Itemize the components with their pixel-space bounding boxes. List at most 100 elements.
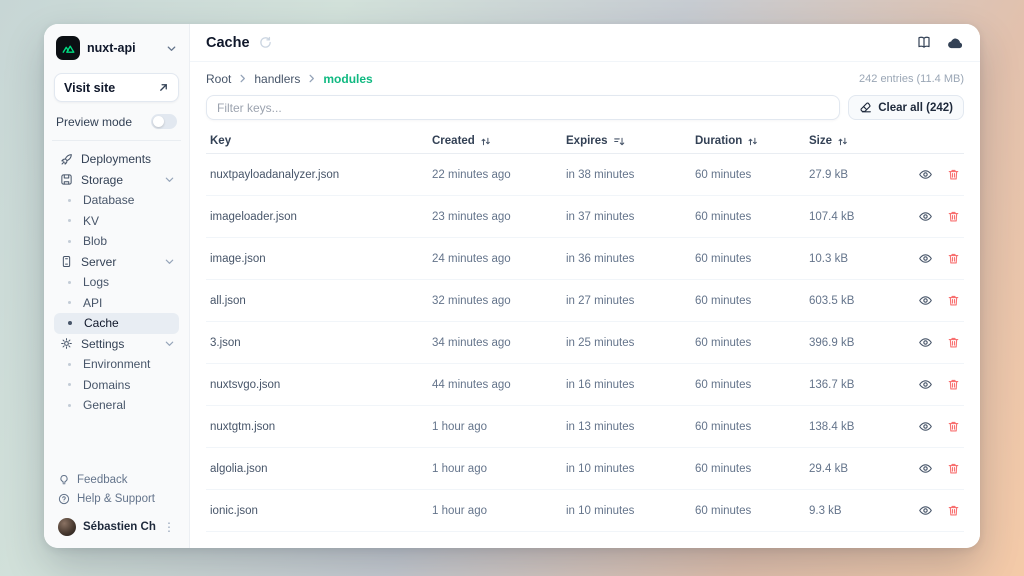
view-entry-button[interactable] bbox=[918, 462, 933, 475]
refresh-icon[interactable] bbox=[259, 36, 272, 49]
delete-entry-button[interactable] bbox=[947, 294, 960, 307]
view-entry-button[interactable] bbox=[918, 294, 933, 307]
sidebar-item-server[interactable]: Server bbox=[54, 252, 179, 273]
expires-value: in 37 minutes bbox=[566, 211, 691, 223]
cache-key: ionic.json bbox=[210, 505, 428, 517]
sidebar-item-api[interactable]: API bbox=[54, 293, 179, 314]
sidebar-item-cache[interactable]: Cache bbox=[54, 313, 179, 334]
column-header-created[interactable]: Created bbox=[432, 135, 562, 147]
desktop-background: nuxt-api Visit site Preview mode Deploym… bbox=[0, 0, 1024, 576]
created-value: 34 minutes ago bbox=[432, 337, 562, 349]
feedback-label: Feedback bbox=[77, 474, 128, 486]
cloud-icon[interactable] bbox=[947, 36, 964, 50]
view-entry-button[interactable] bbox=[918, 420, 933, 433]
sidebar-item-environment[interactable]: Environment bbox=[54, 354, 179, 375]
delete-entry-button[interactable] bbox=[947, 336, 960, 349]
delete-entry-button[interactable] bbox=[947, 420, 960, 433]
entries-summary: 242 entries (11.4 MB) bbox=[859, 73, 964, 85]
breadcrumb-modules[interactable]: modules bbox=[323, 72, 372, 86]
docs-book-icon[interactable] bbox=[916, 35, 932, 50]
duration-value: 60 minutes bbox=[695, 421, 805, 433]
expires-value: in 10 minutes bbox=[566, 463, 691, 475]
view-entry-button[interactable] bbox=[918, 504, 933, 517]
duration-value: 60 minutes bbox=[695, 253, 805, 265]
delete-entry-button[interactable] bbox=[947, 378, 960, 391]
preview-mode-toggle[interactable] bbox=[151, 114, 177, 129]
breadcrumb-root[interactable]: Root bbox=[206, 72, 231, 86]
sidebar-item-database[interactable]: Database bbox=[54, 190, 179, 211]
project-selector[interactable]: nuxt-api bbox=[54, 36, 179, 60]
delete-entry-button[interactable] bbox=[947, 462, 960, 475]
view-entry-button[interactable] bbox=[918, 210, 933, 223]
created-value: 1 hour ago bbox=[432, 421, 562, 433]
sidebar-item-deployments[interactable]: Deployments bbox=[54, 149, 179, 170]
created-value: 24 minutes ago bbox=[432, 253, 562, 265]
bullet-icon bbox=[68, 281, 71, 284]
help-support-label: Help & Support bbox=[77, 493, 155, 505]
clear-all-button[interactable]: Clear all (242) bbox=[848, 95, 964, 120]
eye-icon bbox=[918, 336, 933, 349]
bullet-icon bbox=[68, 404, 71, 407]
sidebar-item-storage[interactable]: Storage bbox=[54, 170, 179, 191]
visit-site-button[interactable]: Visit site bbox=[54, 73, 179, 102]
help-circle-icon bbox=[58, 493, 70, 505]
app-window: nuxt-api Visit site Preview mode Deploym… bbox=[44, 24, 980, 548]
kebab-menu-icon[interactable]: ⋮ bbox=[163, 521, 175, 533]
eraser-icon bbox=[859, 101, 872, 114]
sidebar-item-blob[interactable]: Blob bbox=[54, 231, 179, 252]
sidebar-item-domains[interactable]: Domains bbox=[54, 375, 179, 396]
expires-value: in 16 minutes bbox=[566, 379, 691, 391]
size-value: 138.4 kB bbox=[809, 421, 894, 433]
column-header-size[interactable]: Size bbox=[809, 135, 894, 147]
view-entry-button[interactable] bbox=[918, 336, 933, 349]
sidebar-item-logs[interactable]: Logs bbox=[54, 272, 179, 293]
bullet-icon bbox=[68, 240, 71, 243]
table-row: all.json 32 minutes ago in 27 minutes 60… bbox=[206, 280, 964, 322]
duration-value: 60 minutes bbox=[695, 463, 805, 475]
eye-icon bbox=[918, 294, 933, 307]
delete-entry-button[interactable] bbox=[947, 252, 960, 265]
main-content: Cache bbox=[190, 24, 980, 548]
column-header-expires[interactable]: Expires bbox=[566, 135, 691, 147]
cache-key: 3.json bbox=[210, 337, 428, 349]
column-header-duration[interactable]: Duration bbox=[695, 135, 805, 147]
breadcrumb-handlers[interactable]: handlers bbox=[254, 72, 300, 86]
cache-key: imageloader.json bbox=[210, 211, 428, 223]
sidebar-item-general[interactable]: General bbox=[54, 395, 179, 416]
trash-icon bbox=[947, 252, 960, 265]
sidebar-item-kv[interactable]: KV bbox=[54, 211, 179, 232]
clear-all-label: Clear all (242) bbox=[878, 102, 953, 114]
view-entry-button[interactable] bbox=[918, 252, 933, 265]
server-icon bbox=[60, 255, 74, 268]
table-row: 3.json 34 minutes ago in 25 minutes 60 m… bbox=[206, 322, 964, 364]
bullet-icon bbox=[68, 363, 71, 366]
view-entry-button[interactable] bbox=[918, 378, 933, 391]
sidebar-item-feedback[interactable]: Feedback bbox=[54, 470, 179, 489]
created-value: 32 minutes ago bbox=[432, 295, 562, 307]
sidebar-item-settings[interactable]: Settings bbox=[54, 334, 179, 355]
bullet-icon bbox=[68, 321, 72, 325]
delete-entry-button[interactable] bbox=[947, 504, 960, 517]
table-row: algolia.json 1 hour ago in 10 minutes 60… bbox=[206, 448, 964, 490]
duration-value: 60 minutes bbox=[695, 169, 805, 181]
delete-entry-button[interactable] bbox=[947, 210, 960, 223]
expires-value: in 10 minutes bbox=[566, 505, 691, 517]
duration-value: 60 minutes bbox=[695, 337, 805, 349]
delete-entry-button[interactable] bbox=[947, 168, 960, 181]
view-entry-button[interactable] bbox=[918, 168, 933, 181]
user-menu[interactable]: Sébastien Cho... ⋮ bbox=[54, 516, 179, 538]
gear-icon bbox=[60, 337, 74, 350]
bullet-icon bbox=[68, 383, 71, 386]
table-row: nuxtpayloadanalyzer.json 22 minutes ago … bbox=[206, 154, 964, 196]
bullet-icon bbox=[68, 219, 71, 222]
page-title: Cache bbox=[206, 35, 250, 51]
chevron-down-icon bbox=[164, 174, 175, 185]
sidebar-item-help-support[interactable]: Help & Support bbox=[54, 489, 179, 508]
filter-keys-input[interactable] bbox=[206, 95, 840, 120]
trash-icon bbox=[947, 462, 960, 475]
size-value: 107.4 kB bbox=[809, 211, 894, 223]
chevron-down-icon bbox=[164, 256, 175, 267]
column-header-key[interactable]: Key bbox=[210, 135, 428, 147]
breadcrumb-row: Root handlers modules 242 entries (11.4 … bbox=[190, 62, 980, 95]
sidebar: nuxt-api Visit site Preview mode Deploym… bbox=[44, 24, 190, 548]
